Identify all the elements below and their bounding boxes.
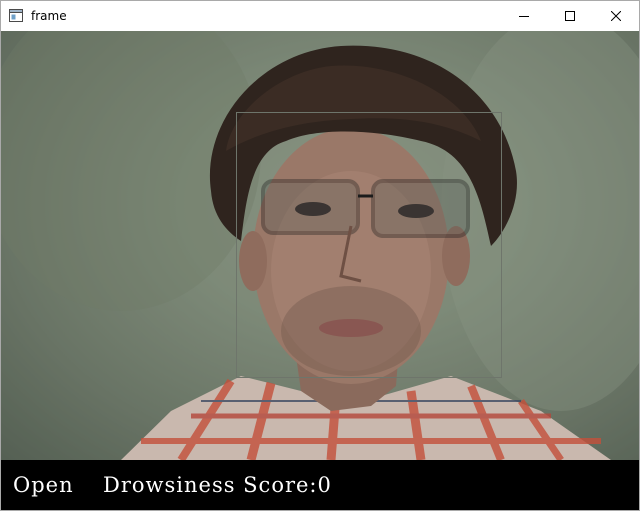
eye-status-label: Open — [13, 473, 74, 497]
drowsiness-score: Drowsiness Score:0 — [103, 473, 332, 497]
close-button[interactable] — [593, 1, 639, 31]
close-icon — [611, 11, 621, 21]
maximize-button[interactable] — [547, 1, 593, 31]
app-window: frame Open Drowsiness Score:0 — [0, 0, 640, 511]
minimize-button[interactable] — [501, 1, 547, 31]
window-app-icon — [9, 9, 23, 22]
minimize-icon — [519, 16, 529, 17]
video-frame — [1, 31, 639, 460]
window-title: frame — [31, 9, 67, 23]
maximize-icon — [565, 11, 575, 21]
drowsiness-score-value: 0 — [317, 473, 332, 497]
face-detection-box — [236, 112, 502, 378]
status-bar: Open Drowsiness Score:0 — [1, 460, 639, 510]
drowsiness-score-label: Drowsiness Score: — [103, 473, 318, 497]
title-bar[interactable]: frame — [1, 1, 639, 31]
